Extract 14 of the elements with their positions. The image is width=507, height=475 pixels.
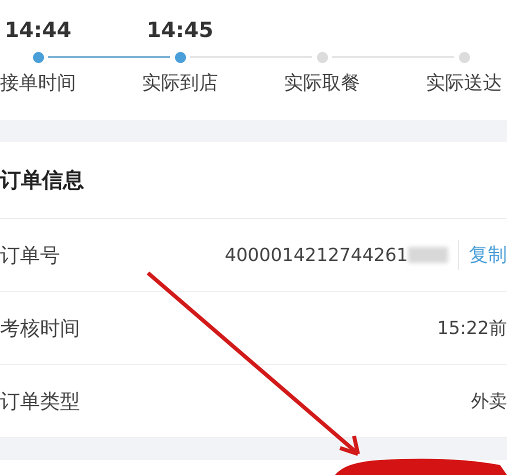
field-value: 4000014212744261 bbox=[224, 244, 408, 266]
field-value: 外卖 bbox=[471, 390, 507, 413]
section-title: 订单信息 bbox=[0, 142, 507, 219]
step-label: 实际到店 bbox=[142, 71, 218, 96]
field-label: 订单类型 bbox=[0, 388, 81, 414]
field-label: 考核时间 bbox=[0, 314, 81, 342]
step-label: 实际取餐 bbox=[284, 71, 360, 96]
step-time: 14:44 bbox=[4, 17, 72, 44]
field-label: 订单号 bbox=[0, 242, 61, 268]
step-label: 接单时间 bbox=[0, 71, 76, 96]
field-value: 15:22前 bbox=[437, 317, 507, 340]
copy-link[interactable]: 复制 bbox=[469, 242, 507, 268]
step-label: 实际送达 bbox=[426, 71, 502, 96]
step-time: 14:45 bbox=[146, 17, 214, 44]
